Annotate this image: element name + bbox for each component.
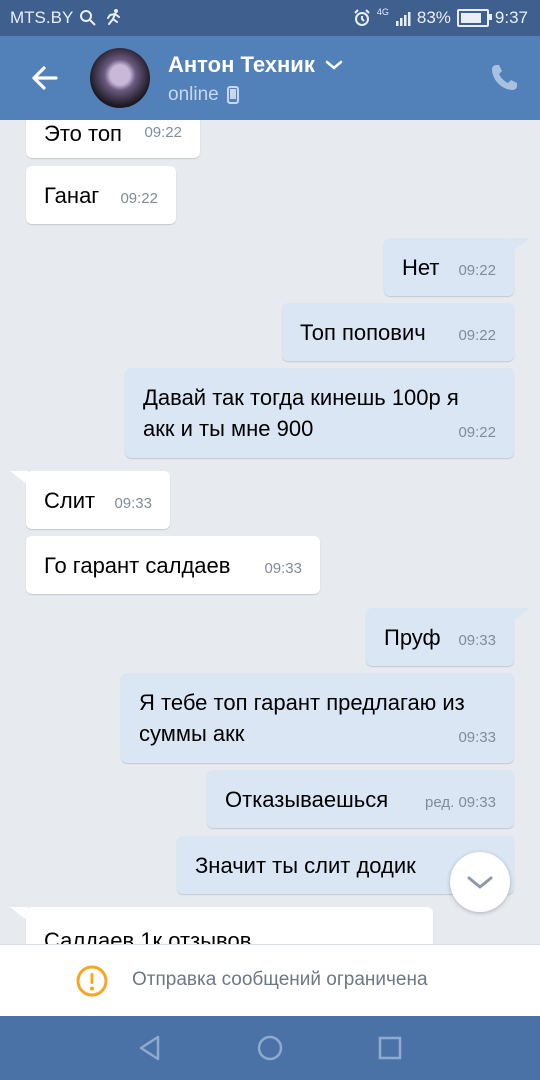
network-type: 4G xyxy=(376,7,389,17)
status-right: 4G 83% 9:37 xyxy=(353,7,528,28)
message-text: Слит xyxy=(44,488,96,513)
message-time: 09:33 xyxy=(264,560,302,577)
message-outgoing[interactable]: Пруф 09:33 xyxy=(366,608,514,666)
message-time: 09:22 xyxy=(458,262,496,279)
search-icon xyxy=(80,10,97,26)
message-time: 09:33 xyxy=(458,729,496,746)
message-text: Го гарант салдаев xyxy=(44,553,231,578)
message-outgoing[interactable]: Нет 09:22 xyxy=(384,238,514,296)
message-text: Нет xyxy=(402,255,440,280)
contact-status-row: online xyxy=(168,84,239,106)
message-text: Салдаев 1к отзывов xyxy=(44,928,252,944)
battery-percent: 83% xyxy=(416,8,451,27)
message-time: 09:22 xyxy=(120,190,158,207)
status-left: MTS.BY xyxy=(10,8,123,28)
nav-back-icon[interactable] xyxy=(134,1032,166,1064)
message-outgoing[interactable]: Давай так тогда кинешь 100р я акк и ты м… xyxy=(125,368,514,458)
message-text-line: суммы акк xyxy=(139,721,245,746)
running-icon xyxy=(107,9,121,25)
message-text-line: Давай так тогда кинешь 100р я xyxy=(143,385,459,410)
message-time: 09:22 xyxy=(458,424,496,441)
status-bar: MTS.BY 4G 83% 9:37 xyxy=(0,0,540,36)
chevron-down-icon[interactable] xyxy=(325,59,343,71)
message-text-line: акк и ты мне 900 xyxy=(143,416,314,441)
message-time-edited: ред. 09:33 xyxy=(425,794,496,811)
message-time: 09:22 xyxy=(458,327,496,344)
message-list[interactable]: Это топ 09:22 Ганаг 09:22 Нет 09:22 Топ … xyxy=(0,120,540,944)
message-incoming[interactable]: Слит 09:33 xyxy=(26,471,170,529)
message-incoming[interactable]: Это топ 09:22 xyxy=(26,120,200,158)
chat-header: Антон Техник online xyxy=(0,36,540,120)
message-restricted-bar: Отправка сообщений ограничена xyxy=(0,944,540,1017)
clock: 9:37 xyxy=(494,8,528,27)
message-outgoing[interactable]: Я тебе топ гарант предлагаю из суммы акк… xyxy=(121,673,514,763)
message-text-line: Я тебе топ гарант предлагаю из xyxy=(139,690,465,715)
nav-home-icon[interactable] xyxy=(254,1032,286,1064)
avatar[interactable] xyxy=(90,48,150,108)
restriction-text: Отправка сообщений ограничена xyxy=(132,969,428,990)
battery-icon xyxy=(456,9,492,27)
contact-name[interactable]: Антон Техник xyxy=(168,52,315,78)
message-time: 09:33 xyxy=(458,632,496,649)
scroll-down-button[interactable] xyxy=(450,852,510,912)
message-incoming[interactable]: Го гарант салдаев 09:33 xyxy=(26,536,320,594)
chevron-down-icon xyxy=(467,876,493,889)
message-text: Значит ты слит додик xyxy=(195,853,416,878)
signal-icon xyxy=(395,12,411,26)
message-time: 09:33 xyxy=(114,495,152,512)
nav-recents-icon[interactable] xyxy=(374,1032,406,1064)
message-text: Ганаг xyxy=(44,183,100,208)
message-outgoing[interactable]: Отказываешься ред. 09:33 xyxy=(207,770,514,828)
message-outgoing[interactable]: Топ попович 09:22 xyxy=(282,303,514,361)
phone-call-icon[interactable] xyxy=(488,62,520,94)
message-text: Это топ xyxy=(44,121,122,146)
message-text: Пруф xyxy=(384,625,441,650)
message-text: Отказываешься xyxy=(225,787,389,812)
mobile-phone-icon xyxy=(226,86,239,104)
system-nav-bar xyxy=(0,1016,540,1080)
contact-status: online xyxy=(168,84,219,105)
alarm-icon xyxy=(354,9,370,26)
message-incoming[interactable]: Ганаг 09:22 xyxy=(26,166,176,224)
message-time: 09:22 xyxy=(144,124,182,141)
carrier-label: MTS.BY xyxy=(10,8,74,27)
contact-name-row[interactable]: Антон Техник xyxy=(168,52,343,78)
bubble-tail xyxy=(512,608,530,622)
message-incoming[interactable]: Салдаев 1к отзывов xyxy=(26,907,433,944)
message-text: Топ попович xyxy=(300,320,426,345)
back-arrow-icon[interactable] xyxy=(26,58,66,98)
warning-icon xyxy=(76,965,108,997)
bubble-tail xyxy=(512,238,530,252)
